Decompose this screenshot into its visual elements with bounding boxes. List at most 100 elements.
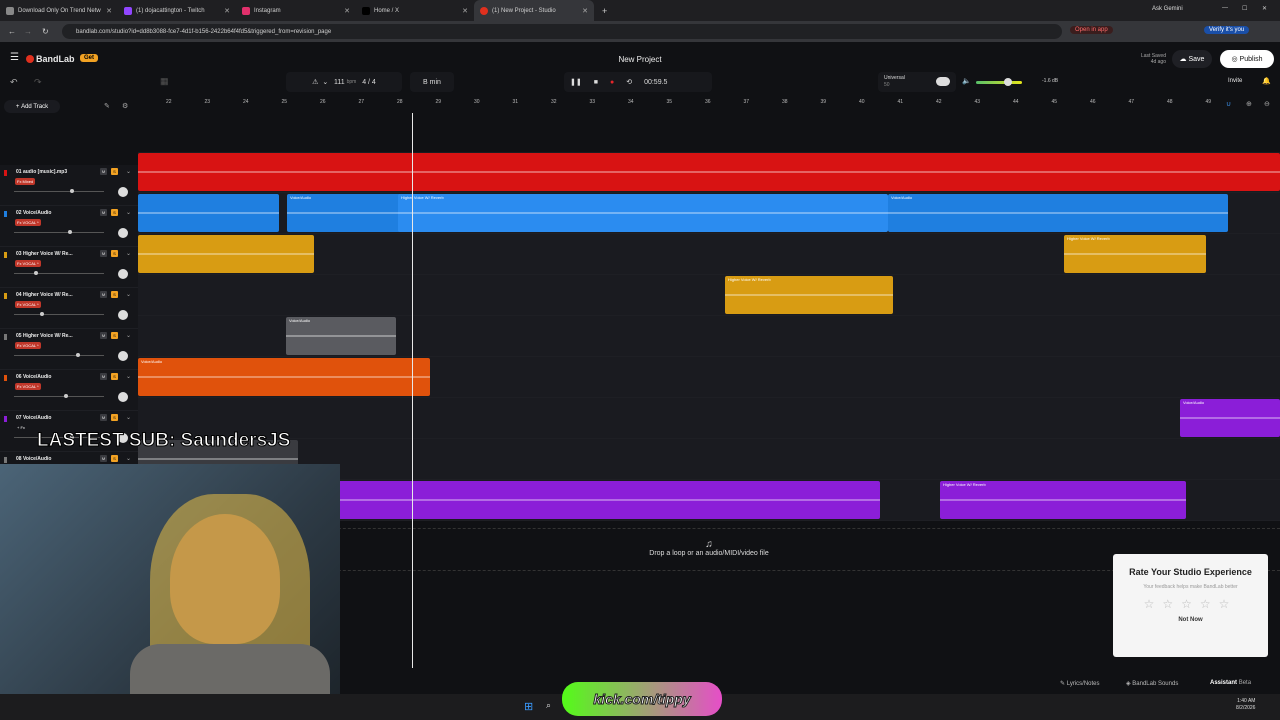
track-name[interactable]: 03 Higher Voice W/ Re... bbox=[16, 251, 78, 257]
pan-knob[interactable] bbox=[118, 310, 128, 320]
fx-badge[interactable]: Fx VOCAL * bbox=[15, 260, 41, 267]
browser-tab-active[interactable]: (1) New Project - Studio ✕ bbox=[474, 0, 594, 21]
save-button[interactable]: ☁ Save bbox=[1172, 50, 1212, 68]
solo-button[interactable]: S bbox=[111, 414, 118, 421]
master-volume-slider[interactable] bbox=[976, 78, 1022, 86]
audio-clip[interactable]: Voice/Audio bbox=[1180, 399, 1280, 437]
url-field[interactable]: bandlab.com/studio?id=dd8b3088-fce7-4d1f… bbox=[62, 24, 1062, 39]
volume-thumb[interactable] bbox=[1004, 78, 1012, 86]
audio-clip[interactable]: Voice/Audio bbox=[286, 317, 396, 355]
mute-button[interactable]: M bbox=[100, 332, 107, 339]
audio-clip[interactable] bbox=[138, 194, 279, 232]
fx-badge[interactable]: Fx VOCAL * bbox=[15, 383, 41, 390]
browser-tab[interactable]: (1) dojacattington - Twitch ✕ bbox=[118, 0, 236, 21]
audio-clip[interactable]: Higher Voice W/ Reverb bbox=[940, 481, 1186, 519]
fader-thumb[interactable] bbox=[68, 230, 72, 234]
project-title[interactable]: New Project bbox=[590, 55, 690, 64]
fx-badge[interactable]: Fx VOCAL * bbox=[15, 219, 41, 226]
pan-knob[interactable] bbox=[118, 228, 128, 238]
tempo-box[interactable]: ⚠ ⌄ 111 bpm 4 / 4 bbox=[286, 72, 402, 92]
tab-close-icon[interactable]: ✕ bbox=[224, 7, 230, 15]
star-rating[interactable]: ☆☆☆☆☆ bbox=[1113, 597, 1268, 611]
track-name[interactable]: 08 Voice/Audio bbox=[16, 456, 78, 462]
bpm-value[interactable]: 111 bbox=[334, 79, 345, 86]
tab-close-icon[interactable]: ✕ bbox=[582, 7, 588, 15]
tab-close-icon[interactable]: ✕ bbox=[106, 7, 112, 15]
chevron-down-icon[interactable]: ⌄ bbox=[126, 291, 131, 298]
menu-icon[interactable]: ☰ bbox=[10, 52, 19, 63]
mute-button[interactable]: M bbox=[100, 209, 107, 216]
chevron-down-icon[interactable]: ⌄ bbox=[126, 373, 131, 380]
solo-button[interactable]: S bbox=[111, 332, 118, 339]
tab-close-icon[interactable]: ✕ bbox=[344, 7, 350, 15]
solo-button[interactable]: S bbox=[111, 291, 118, 298]
audio-clip[interactable]: Higher Voice W/ Reverb bbox=[725, 276, 893, 314]
zoom-in-icon[interactable]: ⊕ bbox=[1246, 100, 1252, 108]
invite-button[interactable]: Invite bbox=[1228, 78, 1242, 84]
pan-knob[interactable] bbox=[118, 392, 128, 402]
audio-clip[interactable] bbox=[138, 235, 314, 273]
mute-button[interactable]: M bbox=[100, 455, 107, 462]
track-header[interactable]: 01 audio [music].mp3 M S ⌄ Fx Mixed bbox=[0, 165, 138, 206]
browser-tab[interactable]: Download Only On Trend Netw ✕ bbox=[0, 0, 118, 21]
playhead[interactable] bbox=[412, 113, 413, 668]
mute-button[interactable]: M bbox=[100, 291, 107, 298]
get-button[interactable]: Get bbox=[80, 54, 99, 62]
fader-thumb[interactable] bbox=[34, 271, 38, 275]
add-track-button[interactable]: + Add Track bbox=[4, 100, 60, 113]
key-box[interactable]: B min bbox=[410, 72, 454, 92]
track-volume-slider[interactable] bbox=[14, 232, 104, 233]
fx-badge[interactable]: Fx VOCAL * bbox=[15, 301, 41, 308]
settings-icon[interactable]: ⚙ bbox=[122, 102, 128, 110]
fx-badge[interactable]: Fx Mixed bbox=[15, 178, 36, 185]
audio-clip[interactable]: Voice/Audio bbox=[888, 194, 1228, 232]
browser-tab[interactable]: Instagram ✕ bbox=[236, 0, 356, 21]
track-lane[interactable] bbox=[138, 152, 1280, 193]
back-icon[interactable]: ← bbox=[8, 27, 16, 36]
window-maximize-icon[interactable]: ☐ bbox=[1242, 5, 1247, 12]
audio-clip[interactable]: Higher Voice W/ Reverb bbox=[1064, 235, 1206, 273]
chevron-down-icon[interactable]: ⌄ bbox=[126, 168, 131, 175]
track-header[interactable]: 05 Higher Voice W/ Re... M S ⌄ Fx VOCAL … bbox=[0, 329, 138, 370]
track-header[interactable]: 06 Voice/Audio M S ⌄ Fx VOCAL * bbox=[0, 370, 138, 411]
track-volume-slider[interactable] bbox=[14, 314, 104, 315]
window-close-icon[interactable]: ✕ bbox=[1262, 5, 1267, 12]
windows-start-icon[interactable]: ⊞ bbox=[524, 700, 533, 713]
magnet-icon[interactable]: ∪ bbox=[1226, 100, 1231, 108]
sounds-button[interactable]: ◈ BandLab Sounds bbox=[1126, 680, 1178, 687]
ask-gemini-button[interactable]: Ask Gemini bbox=[1152, 6, 1183, 12]
track-lane[interactable]: Higher Voice W/ Reverb bbox=[138, 275, 1280, 316]
audio-clip[interactable]: Voice/Audio bbox=[138, 358, 430, 396]
pan-knob[interactable] bbox=[118, 269, 128, 279]
lyrics-button[interactable]: ✎ Lyrics/Notes bbox=[1060, 680, 1100, 687]
chevron-down-icon[interactable]: ⌄ bbox=[126, 414, 131, 421]
audio-clip[interactable]: Voice/Audio bbox=[268, 481, 880, 519]
solo-button[interactable]: S bbox=[111, 209, 118, 216]
open-in-app-button[interactable]: Open in app bbox=[1070, 26, 1113, 34]
track-volume-slider[interactable] bbox=[14, 273, 104, 274]
publish-button[interactable]: ◎ Publish bbox=[1220, 50, 1274, 68]
mute-button[interactable]: M bbox=[100, 373, 107, 380]
not-now-button[interactable]: Not Now bbox=[1113, 617, 1268, 623]
pan-knob[interactable] bbox=[118, 351, 128, 361]
reload-icon[interactable]: ↻ bbox=[42, 27, 49, 36]
redo-icon[interactable]: ↷ bbox=[34, 77, 42, 88]
fx-badge[interactable]: Fx VOCAL * bbox=[15, 342, 41, 349]
mute-button[interactable]: M bbox=[100, 168, 107, 175]
assistant-button[interactable]: Assistant Beta bbox=[1210, 680, 1251, 686]
track-header[interactable]: 04 Higher Voice W/ Re... M S ⌄ Fx VOCAL … bbox=[0, 288, 138, 329]
pause-icon[interactable]: ❚❚ bbox=[570, 78, 582, 86]
track-name[interactable]: 02 Voice/Audio bbox=[16, 210, 78, 216]
chevron-down-icon[interactable]: ⌄ bbox=[126, 250, 131, 257]
speaker-icon[interactable]: 🔈 bbox=[962, 77, 971, 85]
window-minimize-icon[interactable]: — bbox=[1222, 5, 1228, 11]
record-icon[interactable]: ● bbox=[610, 79, 614, 86]
tab-close-icon[interactable]: ✕ bbox=[462, 7, 468, 15]
time-signature[interactable]: 4 / 4 bbox=[362, 79, 376, 86]
track-name[interactable]: 06 Voice/Audio bbox=[16, 374, 78, 380]
track-volume-slider[interactable] bbox=[14, 191, 104, 192]
solo-button[interactable]: S bbox=[111, 250, 118, 257]
fx-badge[interactable]: + Fx bbox=[15, 424, 27, 431]
undo-icon[interactable]: ↶ bbox=[10, 77, 18, 88]
browser-tab[interactable]: Home / X ✕ bbox=[356, 0, 474, 21]
